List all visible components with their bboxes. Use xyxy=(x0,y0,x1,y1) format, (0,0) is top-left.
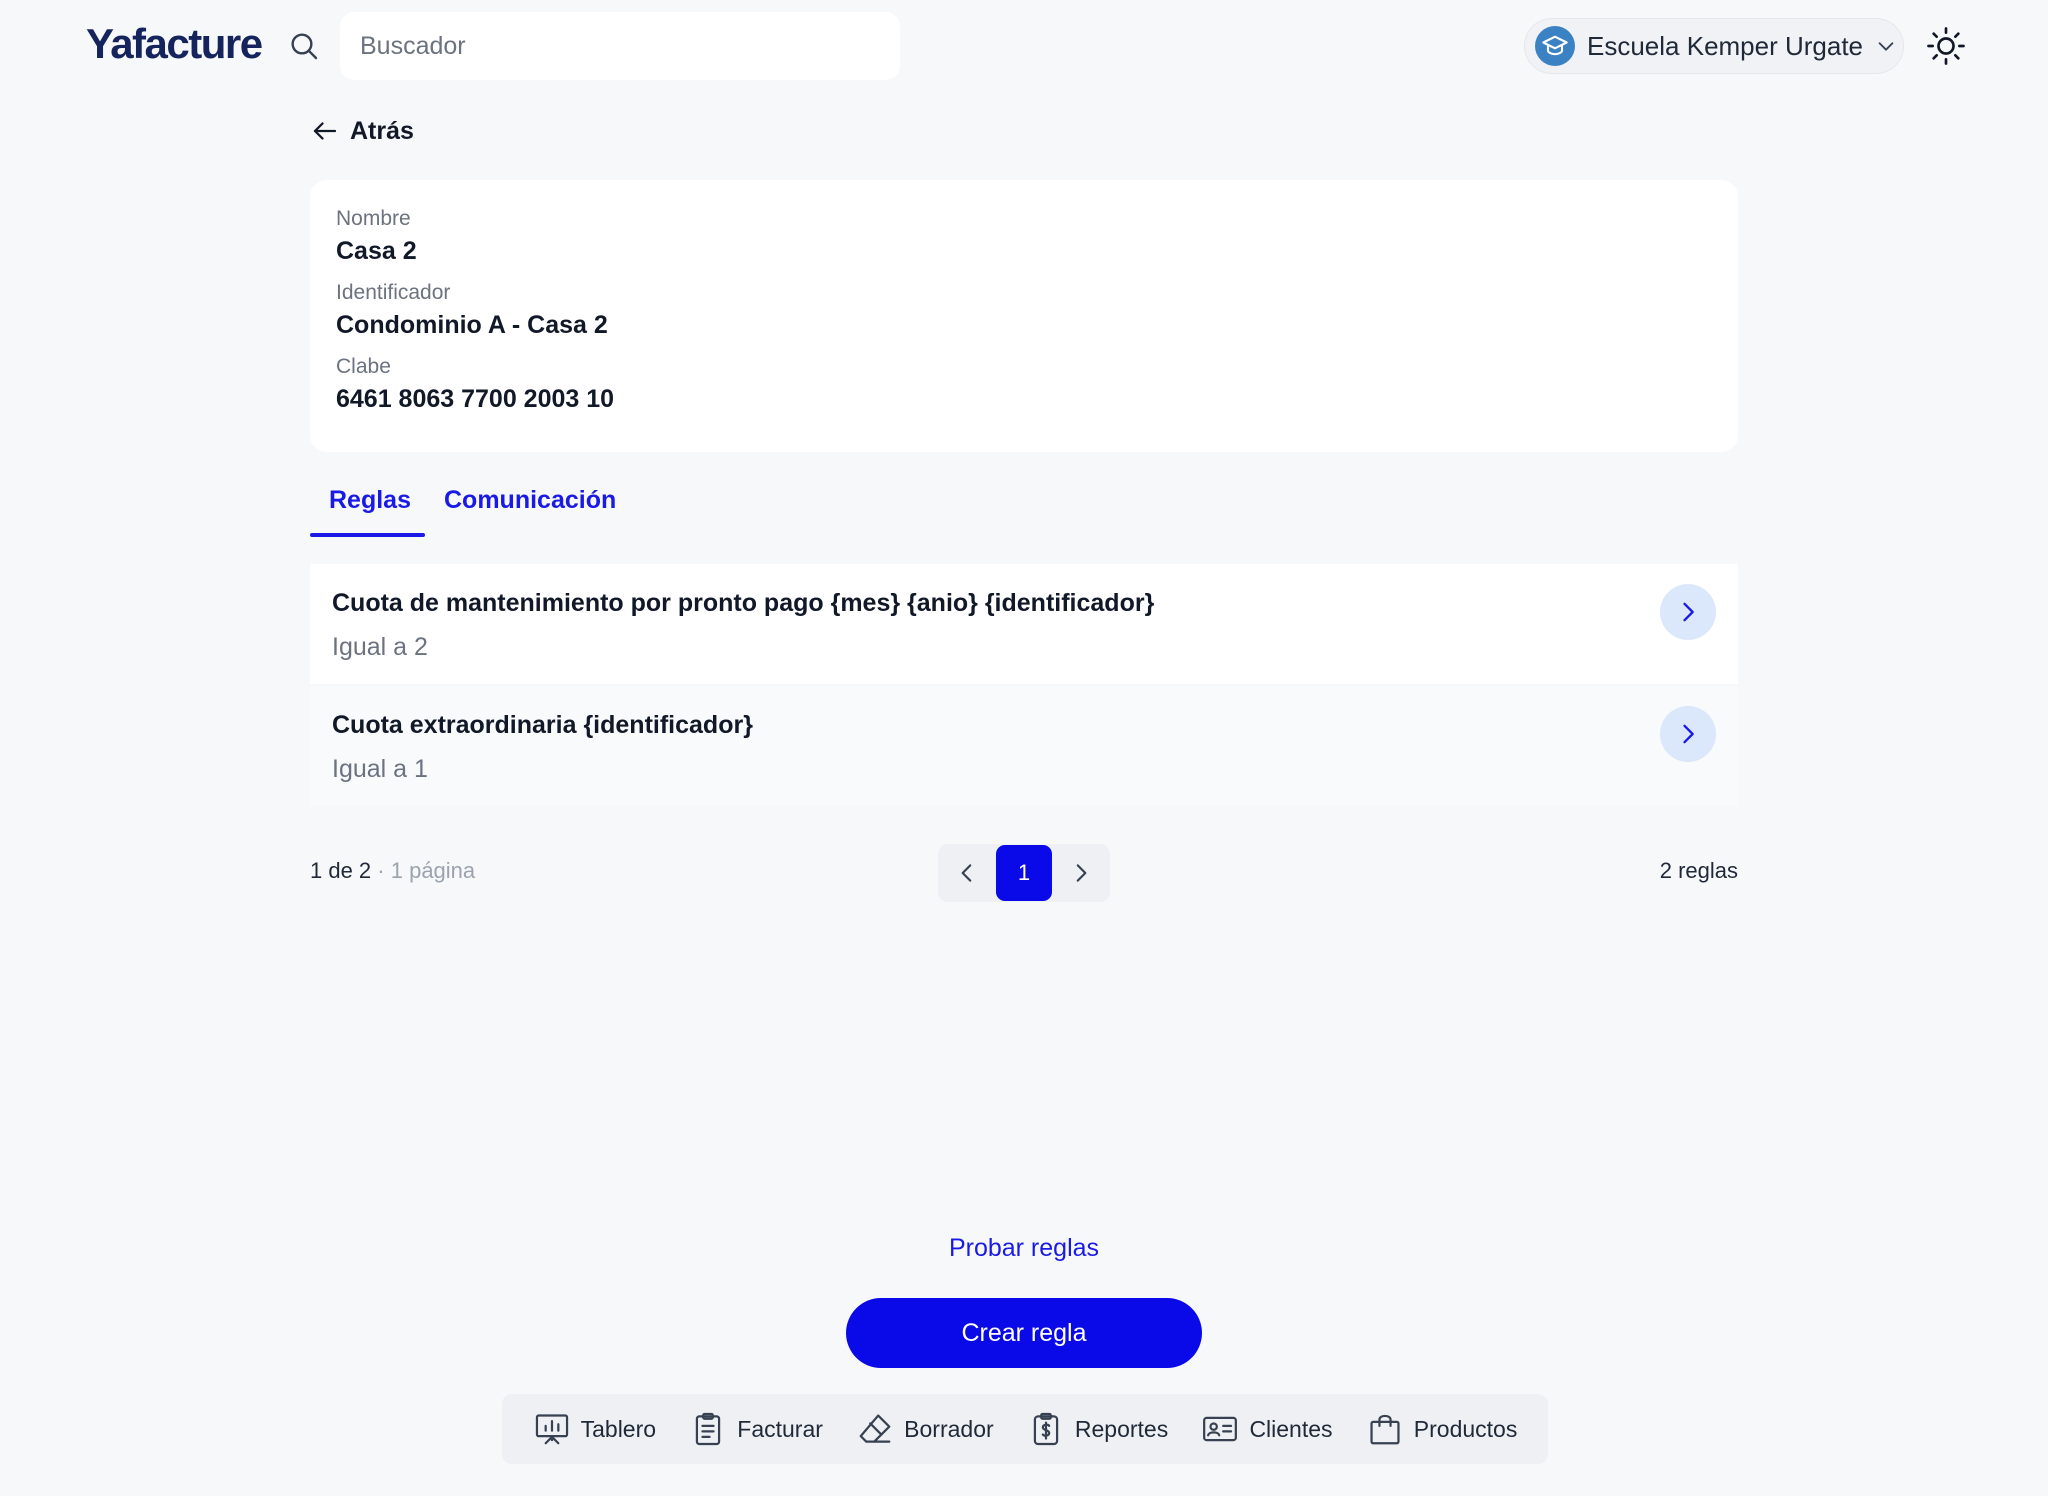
organization-selector[interactable]: Escuela Kemper Urgate xyxy=(1524,18,1904,74)
nav-facturar[interactable]: Facturar xyxy=(689,1410,823,1448)
nav-productos[interactable]: Productos xyxy=(1366,1410,1518,1448)
tab-comunicacion[interactable]: Comunicación xyxy=(444,486,616,515)
arrow-left-icon xyxy=(313,122,337,140)
pagination-summary: 1 de 2 · 1 página xyxy=(310,858,475,884)
nav-tablero[interactable]: Tablero xyxy=(533,1410,656,1448)
chevron-down-icon xyxy=(1878,42,1894,51)
clabe-value: 6461 8063 7700 2003 10 xyxy=(336,385,615,413)
sun-icon[interactable] xyxy=(1926,26,1966,66)
presentation-chart-icon xyxy=(535,1414,568,1445)
identifier-label: Identificador xyxy=(336,281,451,304)
name-label: Nombre xyxy=(336,207,411,230)
eraser-icon xyxy=(859,1414,891,1443)
id-card-icon xyxy=(1203,1416,1238,1442)
nav-label: Clientes xyxy=(1249,1415,1333,1442)
nav-borrador[interactable]: Borrador xyxy=(856,1410,994,1448)
previous-page-button[interactable] xyxy=(944,850,990,896)
nav-label: Reportes xyxy=(1074,1415,1169,1442)
page-1-button[interactable]: 1 xyxy=(996,845,1052,901)
rule-subtitle: Igual a 2 xyxy=(332,633,428,661)
back-button[interactable]: Atrás xyxy=(310,116,414,146)
open-rule-button[interactable] xyxy=(1660,706,1716,762)
app-logo[interactable]: Yafacture xyxy=(86,20,263,68)
rule-title: Cuota extraordinaria {identificador} xyxy=(332,711,753,739)
nav-label: Facturar xyxy=(737,1415,823,1442)
clabe-label: Clabe xyxy=(336,355,391,378)
open-rule-button[interactable] xyxy=(1660,584,1716,640)
next-page-button[interactable] xyxy=(1058,850,1104,896)
active-tab-indicator xyxy=(310,533,425,537)
chevron-left-icon xyxy=(961,864,972,882)
clipboard-icon xyxy=(696,1412,721,1446)
nav-label: Tablero xyxy=(580,1415,657,1442)
chevron-right-icon xyxy=(1683,724,1694,744)
back-label: Atrás xyxy=(350,116,414,145)
account-details-card: Nombre Casa 2 Identificador Condominio A… xyxy=(310,180,1738,452)
identifier-value: Condominio A - Casa 2 xyxy=(336,311,608,339)
chevron-right-icon xyxy=(1683,602,1694,622)
bottom-navigation: Tablero Facturar Borrador Reportes Clien… xyxy=(502,1394,1548,1464)
test-rules-link[interactable]: Probar reglas xyxy=(0,1234,2048,1263)
name-value: Casa 2 xyxy=(336,237,417,265)
rule-item[interactable]: Cuota de mantenimiento por pronto pago {… xyxy=(310,564,1738,684)
search-input[interactable] xyxy=(340,12,900,80)
nav-label: Productos xyxy=(1413,1415,1518,1442)
create-rule-button[interactable]: Crear regla xyxy=(846,1298,1202,1368)
search-icon[interactable] xyxy=(288,30,320,62)
money-report-icon xyxy=(1033,1412,1059,1446)
shopping-bag-icon xyxy=(1370,1414,1400,1445)
nav-clientes[interactable]: Clientes xyxy=(1201,1410,1333,1448)
organization-name: Escuela Kemper Urgate xyxy=(1587,30,1864,61)
rule-subtitle: Igual a 1 xyxy=(332,755,428,783)
nav-reportes[interactable]: Reportes xyxy=(1027,1410,1168,1448)
rule-title: Cuota de mantenimiento por pronto pago {… xyxy=(332,589,1155,617)
chevron-right-icon xyxy=(1076,864,1087,882)
school-logo-icon xyxy=(1535,26,1575,66)
pagination-range: 1 de 2 xyxy=(310,858,372,883)
nav-label: Borrador xyxy=(904,1415,994,1442)
total-rules-count: 2 reglas xyxy=(1659,858,1738,883)
rule-item[interactable]: Cuota extraordinaria {identificador} Igu… xyxy=(310,686,1738,806)
pagination-pages: · 1 página xyxy=(377,858,476,883)
tab-reglas[interactable]: Reglas xyxy=(329,486,411,515)
